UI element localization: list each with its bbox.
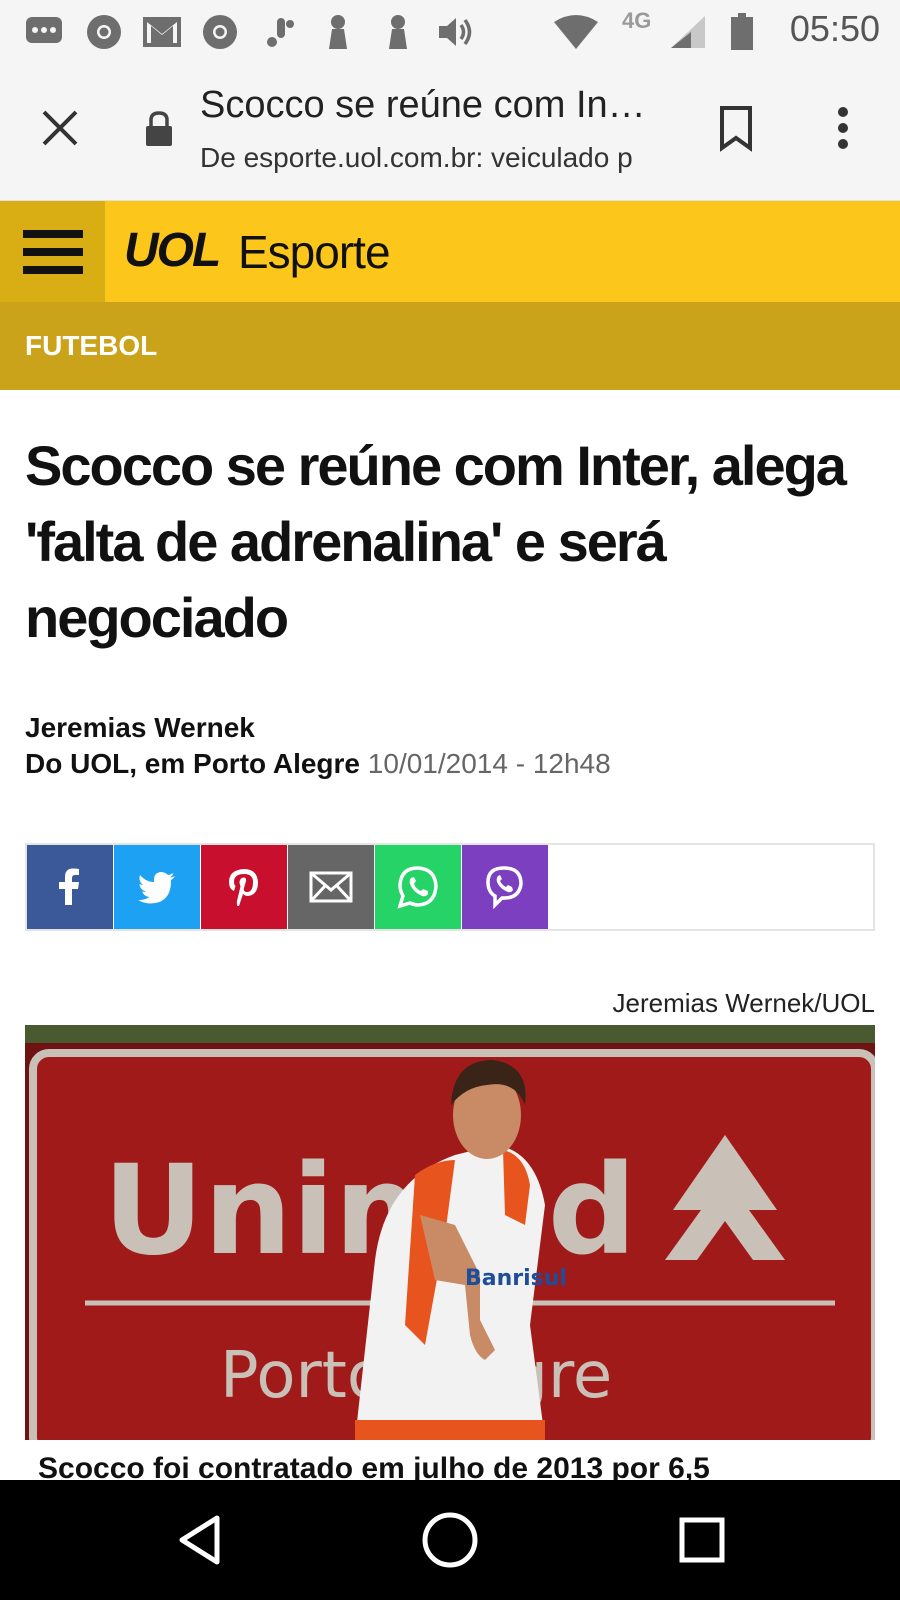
twitter-share-button[interactable] xyxy=(114,845,200,929)
whatsapp-share-button[interactable] xyxy=(375,845,461,929)
lock-icon[interactable] xyxy=(144,110,174,148)
chrome-icon xyxy=(84,12,124,52)
clock: 05:50 xyxy=(789,8,880,49)
article-headline: Scocco se reúne com Inter, alega 'falta … xyxy=(25,434,847,649)
close-icon[interactable] xyxy=(36,104,84,152)
shirt-sponsor-text: Banrisul xyxy=(465,1266,567,1291)
page-url: De esporte.uol.com.br: veiculado p xyxy=(200,142,633,173)
viber-share-button[interactable] xyxy=(462,845,548,929)
menu-icon[interactable] xyxy=(0,201,105,302)
facebook-icon xyxy=(59,868,79,905)
volume-icon xyxy=(436,12,476,52)
status-bar: 4G 05:50 xyxy=(0,0,900,62)
page-title: Scocco se reúne com In… xyxy=(200,84,646,126)
notification-icon xyxy=(378,12,418,52)
home-icon[interactable] xyxy=(420,1510,480,1570)
category-label[interactable]: FUTEBOL xyxy=(25,330,157,362)
notification-icon xyxy=(318,12,358,52)
email-share-button[interactable] xyxy=(288,845,374,929)
site-header: UOL Esporte xyxy=(0,201,900,302)
email-icon xyxy=(309,871,353,903)
bookmark-icon[interactable] xyxy=(716,104,756,152)
facebook-share-button[interactable] xyxy=(27,845,113,929)
more-options-icon[interactable] xyxy=(828,104,858,152)
uol-logo[interactable]: UOL xyxy=(124,223,221,278)
back-icon[interactable] xyxy=(172,1510,232,1570)
category-bar: FUTEBOL xyxy=(0,302,900,390)
article-location: Do UOL, em Porto Alegre xyxy=(25,748,361,779)
wifi-icon xyxy=(552,12,600,52)
notification-icon xyxy=(260,12,300,52)
article-author: Jeremias Wernek xyxy=(25,712,255,743)
message-icon xyxy=(24,12,64,52)
article-photo[interactable]: Unimed Porto Alegre Banrisul xyxy=(25,1025,875,1440)
battery-icon xyxy=(722,12,762,52)
pinterest-icon xyxy=(229,869,258,906)
network-type-label: 4G xyxy=(622,8,652,33)
twitter-icon xyxy=(138,872,175,904)
chrome-icon xyxy=(200,12,240,52)
gmail-icon xyxy=(142,12,182,52)
article-meta: Do UOL, em Porto Alegre 10/01/2014 - 12h… xyxy=(25,748,611,780)
navigation-bar xyxy=(0,1480,900,1600)
recent-apps-icon[interactable] xyxy=(672,1510,732,1570)
share-bar xyxy=(25,843,875,931)
whatsapp-icon xyxy=(397,866,438,909)
section-title[interactable]: Esporte xyxy=(238,225,391,279)
article-date: 10/01/2014 - 12h48 xyxy=(367,748,611,779)
sign-unimed-text: Unimed xyxy=(103,1139,637,1283)
browser-toolbar: Scocco se reúne com In… De esporte.uol.c… xyxy=(0,62,900,201)
pinterest-share-button[interactable] xyxy=(201,845,287,929)
viber-icon xyxy=(486,866,523,909)
signal-icon xyxy=(668,12,708,52)
photo-credit: Jeremias Wernek/UOL xyxy=(612,988,876,1018)
